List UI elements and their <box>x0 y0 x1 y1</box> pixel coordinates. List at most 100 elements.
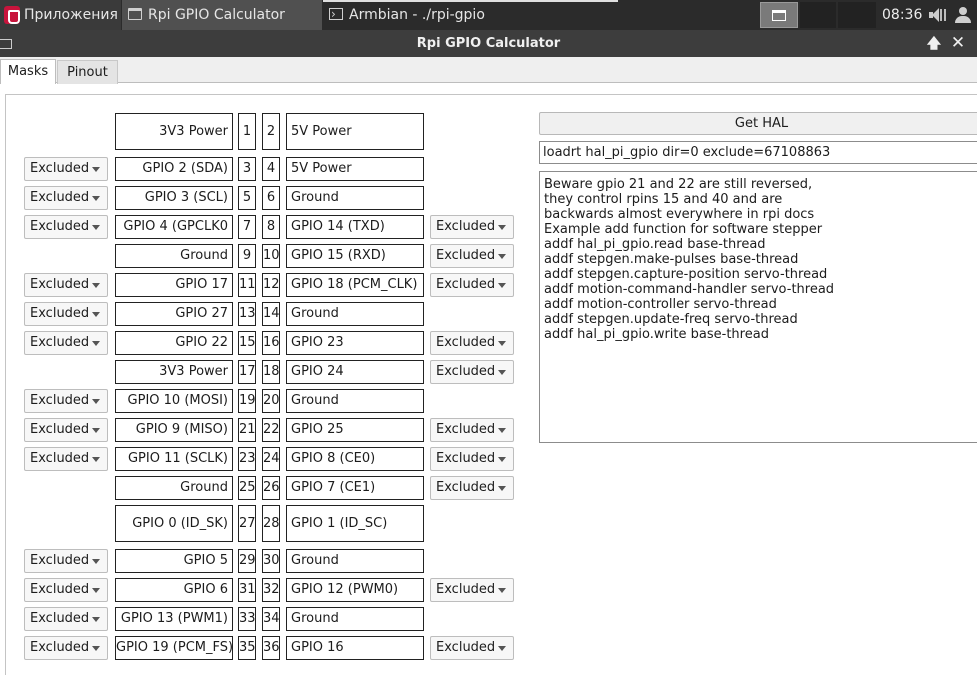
pin-mode-select[interactable]: Excluded <box>24 215 108 239</box>
pin-mode-select[interactable]: Excluded <box>24 331 108 355</box>
pin-mode-select[interactable]: Excluded <box>430 331 514 355</box>
pin-label-right: Ground <box>286 607 424 631</box>
pin-number-left: 29 <box>238 549 256 573</box>
tab-pinout[interactable]: Pinout <box>57 60 118 84</box>
notes-text-area[interactable]: Beware gpio 21 and 22 are still reversed… <box>539 171 977 443</box>
workspace-3-button[interactable] <box>838 2 876 28</box>
pin-number-left: 27 <box>238 505 256 542</box>
pin-number-right: 28 <box>262 505 280 542</box>
pin-mode-select[interactable]: Excluded <box>24 157 108 181</box>
pin-number-left: 31 <box>238 578 256 602</box>
notes-line: addf motion-command-handler servo-thread <box>544 282 835 297</box>
pin-mode-select[interactable]: Excluded <box>430 578 514 602</box>
pin-label-right: GPIO 16 <box>286 636 424 660</box>
taskbar-window-label: Armbian - ./rpi-gpio <box>349 7 485 23</box>
pin-label-left: Ground <box>115 476 233 500</box>
chevron-down-icon <box>92 167 100 172</box>
pin-number-right: 8 <box>262 215 280 239</box>
taskbar-window-terminal[interactable]: Armbian - ./rpi-gpio <box>323 0 618 30</box>
pin-label-right: GPIO 18 (PCM_CLK) <box>286 273 424 297</box>
notes-line: addf stepgen.capture-position servo-thre… <box>544 267 828 282</box>
pin-mode-select[interactable]: Excluded <box>430 418 514 442</box>
pin-number-right: 34 <box>262 607 280 631</box>
pin-mode-select[interactable]: Excluded <box>24 636 108 660</box>
pin-label-left: 3V3 Power <box>115 360 233 384</box>
close-button[interactable]: ✕ <box>950 35 966 52</box>
chevron-down-icon <box>92 646 100 651</box>
pin-mode-select[interactable]: Excluded <box>24 549 108 573</box>
chevron-down-icon <box>92 617 100 622</box>
notes-line: addf stepgen.make-pulses base-thread <box>544 252 799 267</box>
pin-label-left: GPIO 4 (GPCLK0 <box>115 215 233 239</box>
workspace-2-button[interactable] <box>800 2 836 28</box>
pin-label-right: GPIO 24 <box>286 360 424 384</box>
pin-mode-select[interactable]: Excluded <box>24 186 108 210</box>
pin-number-right: 32 <box>262 578 280 602</box>
pin-mode-select[interactable]: Excluded <box>430 476 514 500</box>
pin-mode-select[interactable]: Excluded <box>24 418 108 442</box>
user-icon[interactable] <box>952 7 974 23</box>
pin-number-left: 13 <box>238 302 256 326</box>
notes-line: Beware gpio 21 and 22 are still reversed… <box>544 177 813 192</box>
pin-mode-select[interactable]: Excluded <box>430 244 514 268</box>
pin-mode-select[interactable]: Excluded <box>430 215 514 239</box>
taskbar-window-label: Rpi GPIO Calculator <box>148 7 285 23</box>
pin-number-left: 11 <box>238 273 256 297</box>
pin-label-left: 3V3 Power <box>115 113 233 150</box>
get-hal-button[interactable]: Get HAL <box>539 112 977 135</box>
applications-menu-label: Приложения <box>24 7 118 23</box>
pin-mode-select[interactable]: Excluded <box>24 607 108 631</box>
chevron-down-icon <box>498 646 506 651</box>
notes-line: they control rpins 15 and 40 and are <box>544 192 783 207</box>
pin-label-right: Ground <box>286 389 424 413</box>
pin-mode-select[interactable]: Excluded <box>430 360 514 384</box>
pin-mode-select[interactable]: Excluded <box>430 447 514 471</box>
window-title: Rpi GPIO Calculator <box>416 36 561 51</box>
pin-label-right: GPIO 23 <box>286 331 424 355</box>
pin-label-right: Ground <box>286 186 424 210</box>
pin-mode-select[interactable]: Excluded <box>24 389 108 413</box>
pin-label-left: GPIO 9 (MISO) <box>115 418 233 442</box>
pin-number-left: 21 <box>238 418 256 442</box>
tab-masks[interactable]: Masks <box>0 59 56 84</box>
chevron-down-icon <box>498 283 506 288</box>
pin-label-left: GPIO 5 <box>115 549 233 573</box>
notes-line: addf hal_pi_gpio.read base-thread <box>544 237 766 252</box>
workspace-1-button[interactable] <box>760 2 798 28</box>
chevron-down-icon <box>498 428 506 433</box>
volume-waves-icon <box>940 9 946 21</box>
pin-number-right: 16 <box>262 331 280 355</box>
pin-number-right: 18 <box>262 360 280 384</box>
pin-number-left: 3 <box>238 157 256 181</box>
pin-number-left: 5 <box>238 186 256 210</box>
notes-line: backwards almost everywhere in rpi docs <box>544 207 815 222</box>
pin-mode-select[interactable]: Excluded <box>24 302 108 326</box>
clock[interactable]: 08:36 <box>882 0 922 30</box>
notes-line: addf hal_pi_gpio.write base-thread <box>544 327 769 342</box>
pin-label-left: GPIO 3 (SCL) <box>115 186 233 210</box>
taskbar-window-gpio-calculator[interactable]: Rpi GPIO Calculator <box>122 0 322 30</box>
pin-mode-select[interactable]: Excluded <box>430 636 514 660</box>
chevron-down-icon <box>92 399 100 404</box>
pin-label-right: 5V Power <box>286 113 424 150</box>
pin-label-left: GPIO 2 (SDA) <box>115 157 233 181</box>
applications-menu-button[interactable]: Приложения <box>0 0 121 30</box>
pin-number-left: 35 <box>238 636 256 660</box>
maximize-button[interactable]: 🡅 <box>926 36 942 52</box>
pin-label-right: GPIO 1 (ID_SC) <box>286 505 424 542</box>
pin-mode-select[interactable]: Excluded <box>430 273 514 297</box>
taskbar-highlight-line <box>323 0 618 2</box>
pin-label-left: GPIO 11 (SCLK) <box>115 447 233 471</box>
pin-mode-select[interactable]: Excluded <box>24 447 108 471</box>
pin-label-right: GPIO 25 <box>286 418 424 442</box>
notes-line: Example add function for software steppe… <box>544 222 823 237</box>
hal-command-field[interactable]: loadrt hal_pi_gpio dir=0 exclude=6710886… <box>539 141 977 164</box>
pin-label-left: GPIO 13 (PWM1) <box>115 607 233 631</box>
chevron-down-icon <box>498 254 506 259</box>
chevron-down-icon <box>92 225 100 230</box>
pin-mode-select[interactable]: Excluded <box>24 273 108 297</box>
chevron-down-icon <box>498 486 506 491</box>
window-titlebar[interactable]: Rpi GPIO Calculator 🡅 ✕ <box>0 30 977 57</box>
pin-number-right: 6 <box>262 186 280 210</box>
pin-mode-select[interactable]: Excluded <box>24 578 108 602</box>
